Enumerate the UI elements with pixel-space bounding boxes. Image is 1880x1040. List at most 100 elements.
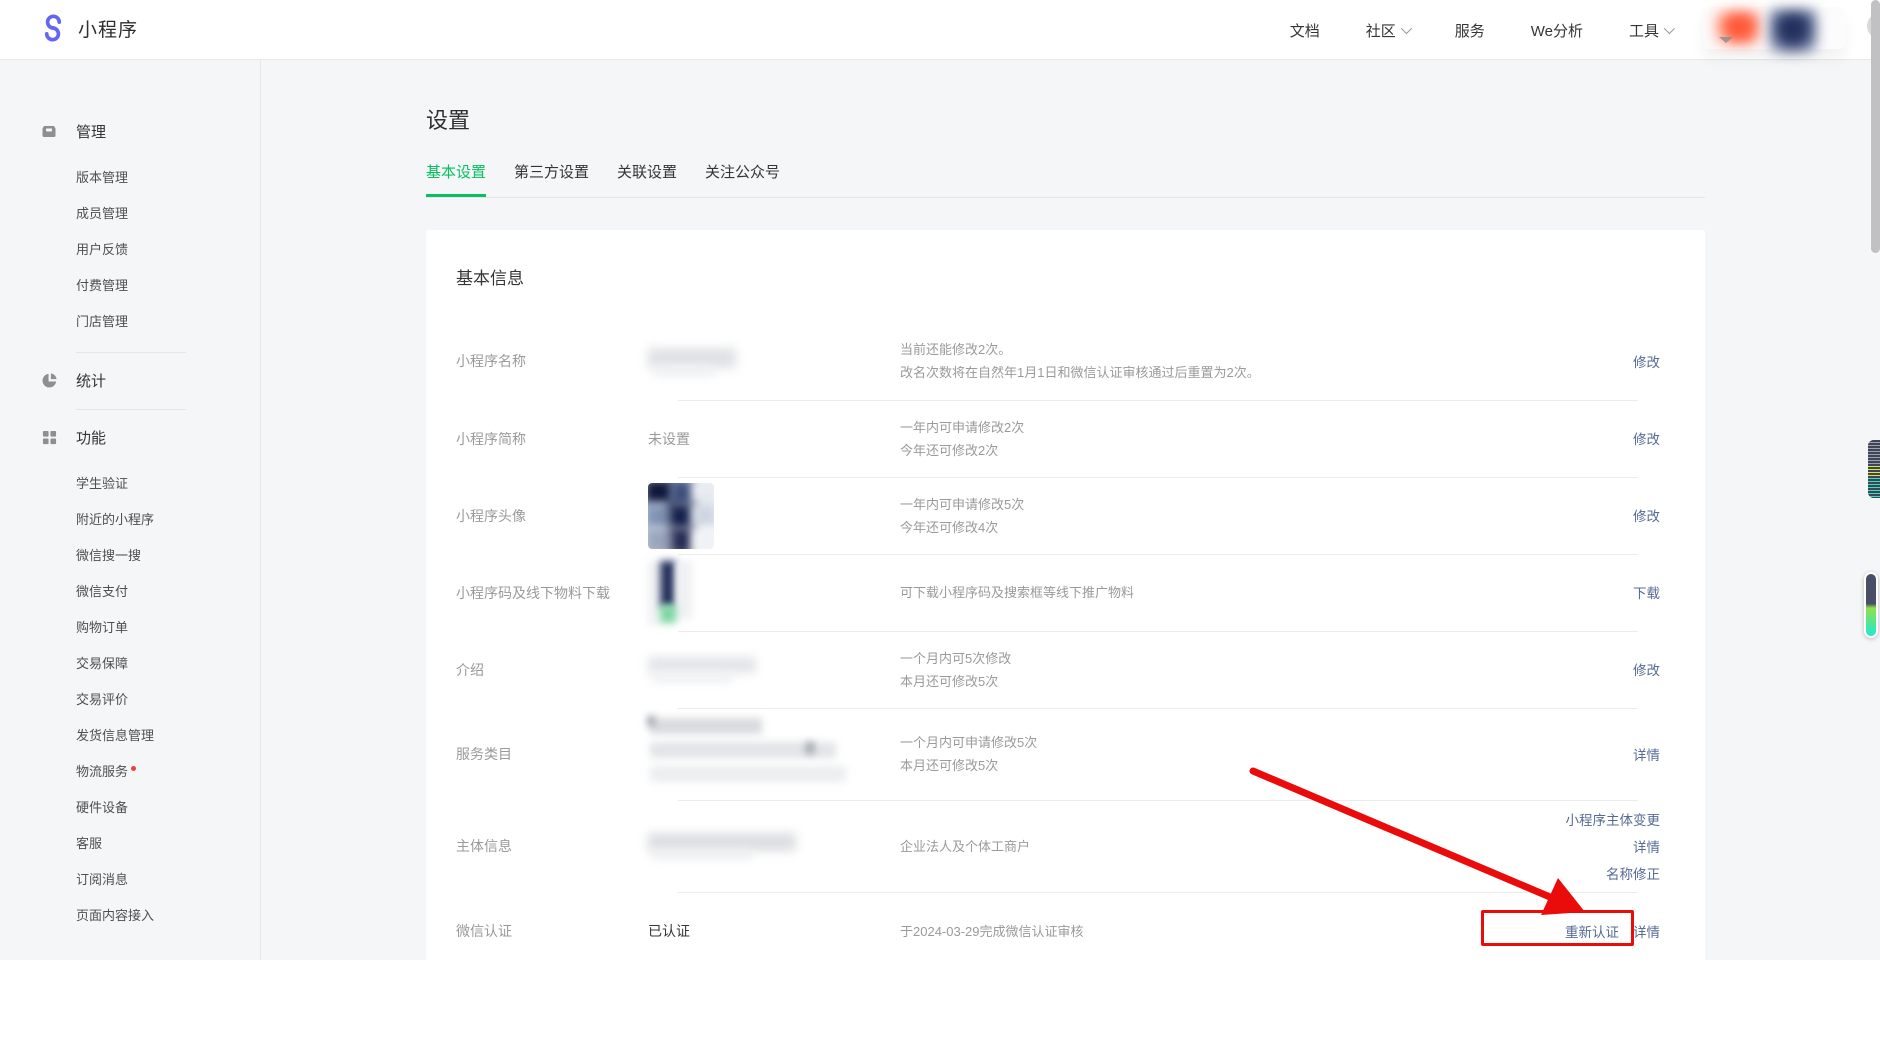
sidebar: 管理 版本管理 成员管理 用户反馈 付费管理 门店管理 统计 功能 学生验证 附… [0,60,260,960]
row-subject-info: 主体信息 企业法人及个体工商户 小程序主体变更 详情 名称修正 [456,800,1660,892]
sidebar-item-subscription-messages[interactable]: 订阅消息 [0,862,260,898]
sidebar-item-wechat-pay[interactable]: 微信支付 [0,574,260,610]
top-navigation: 文档 社区 服务 We分析 工具 [1290,0,1672,60]
nav-community[interactable]: 社区 [1366,20,1409,41]
pie-chart-icon [40,371,58,389]
reverify-link[interactable]: 重新认证 [1565,921,1619,941]
sidebar-item-transaction-guarantee[interactable]: 交易保障 [0,646,260,682]
verification-status: 已认证 [648,921,900,941]
account-menu[interactable] [1703,7,1845,49]
edge-widget-striped[interactable] [1868,440,1880,498]
settings-tabs: 基本设置 第三方设置 关联设置 关注公众号 [426,161,1705,198]
new-badge-dot [131,766,136,771]
row-label: 小程序头像 [456,506,648,526]
chevron-down-icon [1719,37,1733,43]
sidebar-group-label: 功能 [76,427,106,448]
sidebar-item-nearby-miniprograms[interactable]: 附近的小程序 [0,502,260,538]
tab-related-settings[interactable]: 关联设置 [617,161,677,197]
row-miniprogram-avatar: 小程序头像 一年内可申请修改5次今年还可修改4次 修改 [456,477,1660,554]
sidebar-item-student-verification[interactable]: 学生验证 [0,466,260,502]
redacted-intro-value [648,655,768,685]
row-description: 于2024-03-29完成微信认证审核 [900,920,1565,943]
sidebar-group-label: 管理 [76,121,106,142]
modify-name-link[interactable]: 修改 [1633,351,1660,371]
miniprogram-avatar-image [648,483,714,549]
row-miniprogram-code-download: 小程序码及线下物料下载 可下载小程序码及搜索框等线下推广物料 下载 [456,554,1660,631]
tab-basic-settings[interactable]: 基本设置 [426,161,486,197]
row-description: 当前还能修改2次。改名次数将在自然年1月1日和微信认证审核通过后重置为2次。 [900,338,1633,384]
miniprogram-logo-icon [38,13,68,43]
divider [76,352,186,353]
sidebar-item-transaction-reviews[interactable]: 交易评价 [0,682,260,718]
nav-we-analytics[interactable]: We分析 [1531,20,1583,41]
sidebar-item-customer-service[interactable]: 客服 [0,826,260,862]
row-introduction: 介绍 一个月内可5次修改本月还可修改5次 修改 [456,631,1660,708]
row-miniprogram-shortname: 小程序简称 未设置 一年内可申请修改2次今年还可修改2次 修改 [456,400,1660,477]
card-title: 基本信息 [456,230,1660,322]
sidebar-item-logistics-service[interactable]: 物流服务 [0,754,260,790]
row-label: 主体信息 [456,836,648,856]
sidebar-item-page-content-access[interactable]: 页面内容接入 [0,898,260,934]
miniprogram-code-image [648,561,694,625]
sidebar-item-wechat-search[interactable]: 微信搜一搜 [0,538,260,574]
sidebar-item-user-feedback[interactable]: 用户反馈 [0,232,260,268]
row-description: 一个月内可5次修改本月还可修改5次 [900,647,1633,693]
row-label: 介绍 [456,660,648,680]
sidebar-item-hardware-devices[interactable]: 硬件设备 [0,790,260,826]
download-link[interactable]: 下载 [1633,582,1660,602]
redacted-categories-value [648,718,848,790]
row-wechat-verification: 微信认证 已认证 于2024-03-29完成微信认证审核 重新认证 详情 [456,892,1660,970]
sidebar-item-store-mgmt[interactable]: 门店管理 [0,304,260,340]
subject-change-link[interactable]: 小程序主体变更 [1566,809,1661,829]
redacted-subject-value [648,831,798,861]
basic-info-card: 基本信息 小程序名称 当前还能修改2次。改名次数将在自然年1月1日和微信认证审核… [426,230,1705,1040]
page-title: 设置 [426,103,470,135]
nav-services[interactable]: 服务 [1455,20,1485,41]
sidebar-item-member-mgmt[interactable]: 成员管理 [0,196,260,232]
edge-widget-gradient-pill[interactable] [1864,572,1878,638]
redacted-name-value [648,344,758,378]
app-logo[interactable]: 小程序 [38,13,138,43]
modify-intro-link[interactable]: 修改 [1633,659,1660,679]
row-description: 一个月内可申请修改5次本月还可修改5次 [900,731,1633,777]
app-title: 小程序 [78,15,138,42]
divider [76,409,186,410]
category-details-link[interactable]: 详情 [1633,744,1660,764]
modify-avatar-link[interactable]: 修改 [1633,505,1660,525]
row-description: 一年内可申请修改2次今年还可修改2次 [900,416,1633,462]
account-name-redacted [1769,9,1817,53]
row-service-categories: 服务类目 一个月内可申请修改5次本月还可修改5次 详情 [456,708,1660,800]
sidebar-item-payment-mgmt[interactable]: 付费管理 [0,268,260,304]
subject-details-link[interactable]: 详情 [1633,836,1660,856]
vertical-scrollbar[interactable] [1871,0,1880,253]
row-label: 小程序简称 [456,429,648,449]
modify-shortname-link[interactable]: 修改 [1633,428,1660,448]
row-label: 小程序名称 [456,351,648,371]
chevron-down-icon [1400,23,1411,34]
row-label: 微信认证 [456,921,648,941]
top-header: 小程序 文档 社区 服务 We分析 工具 [0,0,1880,60]
sidebar-group-features[interactable]: 功能 [0,422,260,452]
archive-box-icon [40,122,58,140]
sidebar-item-version-mgmt[interactable]: 版本管理 [0,160,260,196]
row-description: 一年内可申请修改5次今年还可修改4次 [900,493,1633,539]
nav-tools[interactable]: 工具 [1629,20,1672,41]
nav-docs[interactable]: 文档 [1290,20,1320,41]
tab-follow-official-account[interactable]: 关注公众号 [705,161,780,197]
sidebar-group-management[interactable]: 管理 [0,116,260,146]
sidebar-item-shipping-info-mgmt[interactable]: 发货信息管理 [0,718,260,754]
row-label: 服务类目 [456,744,648,764]
tab-third-party-settings[interactable]: 第三方设置 [514,161,589,197]
name-correction-link[interactable]: 名称修正 [1606,863,1660,883]
row-miniprogram-name: 小程序名称 当前还能修改2次。改名次数将在自然年1月1日和微信认证审核通过后重置… [456,322,1660,400]
sidebar-divider [260,60,261,960]
row-description: 可下载小程序码及搜索框等线下推广物料 [900,581,1633,604]
chevron-down-icon [1664,23,1675,34]
grid-icon [40,428,58,446]
shortname-value: 未设置 [648,429,900,449]
sidebar-group-label: 统计 [76,370,106,391]
sidebar-item-shopping-orders[interactable]: 购物订单 [0,610,260,646]
row-label: 小程序码及线下物料下载 [456,583,648,603]
verification-details-link[interactable]: 详情 [1633,921,1660,941]
sidebar-group-statistics[interactable]: 统计 [0,365,260,395]
